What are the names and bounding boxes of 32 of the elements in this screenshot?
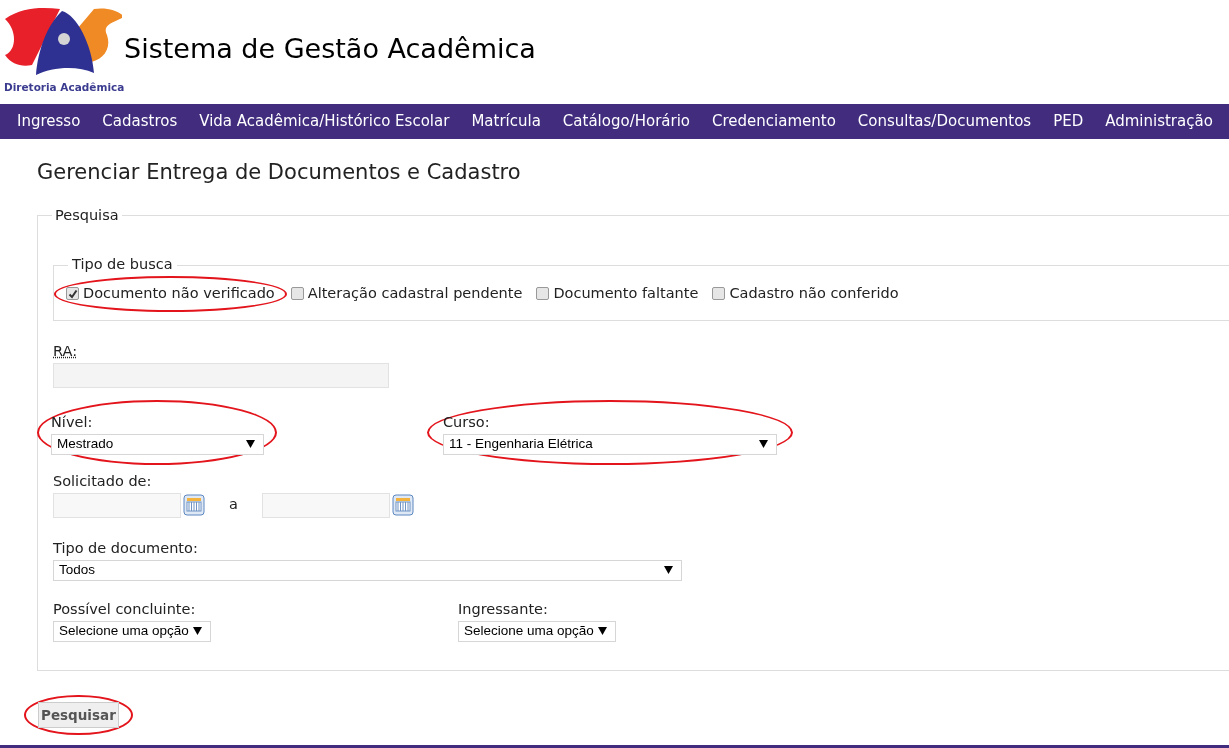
system-title: Sistema de Gestão Acadêmica <box>124 31 536 66</box>
range-separator: a <box>229 495 238 515</box>
dropdown[interactable]: Todos <box>53 559 682 581</box>
dropdown[interactable]: Selecione uma opção <box>458 620 616 642</box>
checkbox-option[interactable]: Documento faltante <box>536 283 699 305</box>
field-label: RA: <box>53 341 78 361</box>
field-label: Nível: <box>51 412 93 432</box>
field-label: Tipo de documento: <box>53 538 198 558</box>
nav-link[interactable]: Vida Acadêmica/Histórico Escolar <box>188 110 461 133</box>
nav-link[interactable]: Administração <box>1094 110 1224 133</box>
logo-caption: Diretoria Acadêmica <box>3 81 125 95</box>
field-label: Ingressante: <box>458 599 548 619</box>
nav-link[interactable]: PED <box>1042 110 1095 133</box>
panel-legend: Tipo de busca <box>68 254 177 276</box>
checkbox-option[interactable]: Documento não verificado <box>66 283 275 305</box>
dropdown[interactable]: 11 - Engenharia Elétrica <box>443 433 777 455</box>
field-label: Possível concluinte: <box>53 599 196 619</box>
nav-link[interactable]: Matrícula <box>460 110 552 133</box>
search-button[interactable]: Pesquisar <box>38 701 119 728</box>
nav-link[interactable]: Credenciamento <box>701 110 847 133</box>
field-label: Solicitado de: <box>53 471 152 491</box>
panel-legend: Pesquisa <box>52 204 122 227</box>
nav-link[interactable]: Cadastros <box>91 110 189 133</box>
dropdown[interactable]: Selecione uma opção <box>53 620 211 642</box>
nav-link[interactable]: Catálogo/Horário <box>551 110 701 133</box>
checkbox-option[interactable]: Cadastro não conferido <box>712 283 899 305</box>
nav-link[interactable]: Ingresso <box>6 110 92 133</box>
field-label: Curso: <box>443 412 490 432</box>
checkbox-option[interactable]: Alteração cadastral pendente <box>290 283 523 305</box>
page-title: Gerenciar Entrega de Documentos e Cadastro <box>37 159 521 186</box>
nav-link[interactable]: Consultas/Documentos <box>846 110 1043 133</box>
dropdown[interactable]: Mestrado <box>51 433 264 455</box>
